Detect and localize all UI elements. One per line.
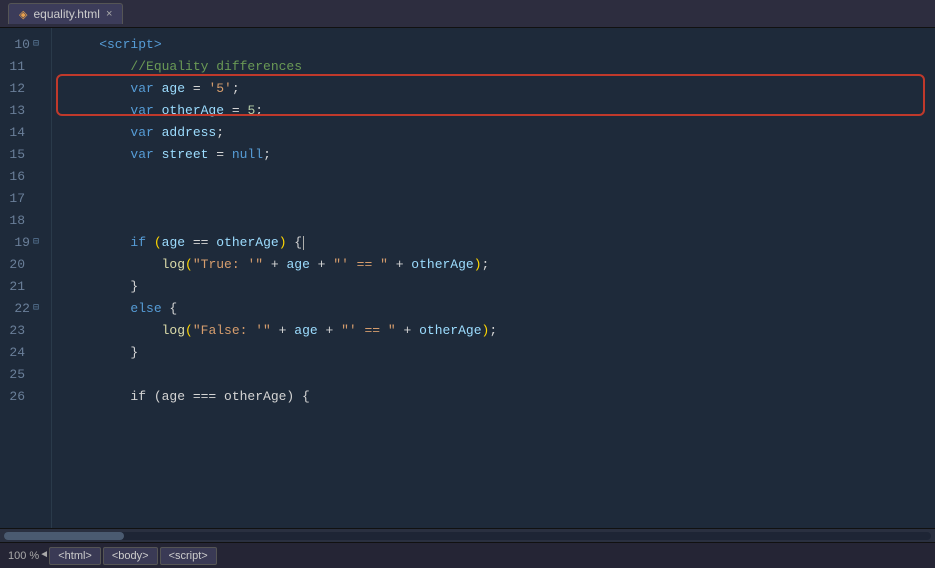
code-line-26: if (age === otherAge) { [52,386,935,408]
code-line-12: var age = '5'; [52,78,935,100]
line-number-22: 22⊟ [0,298,43,320]
code-line-24: } [52,342,935,364]
breadcrumb-html[interactable]: <html> [49,547,101,565]
code-line-14: var address; [52,122,935,144]
line-number-21: 21 [0,276,43,298]
line-number-16: 16 [0,166,43,188]
code-line-19: if (age == otherAge) { [52,232,935,254]
title-bar: ◈ equality.html × [0,0,935,28]
fold-icon-19[interactable]: ⊟ [33,232,39,254]
h-scrollbar[interactable] [0,528,935,542]
code-line-21: } [52,276,935,298]
code-area[interactable]: <script> //Equality differences var age … [52,28,935,528]
code-line-18 [52,210,935,232]
fold-icon-10[interactable]: ⊟ [33,34,39,56]
line-number-23: 23 [0,320,43,342]
code-line-11: //Equality differences [52,56,935,78]
zoom-label: 100 % [8,550,39,562]
code-line-17 [52,188,935,210]
code-line-13: var otherAge = 5; [52,100,935,122]
fold-icon-22[interactable]: ⊟ [33,298,39,320]
code-line-15: var street = null; [52,144,935,166]
tab-filename: equality.html [33,7,99,21]
line-number-26: 26 [0,386,43,408]
code-line-10: <script> [52,34,935,56]
breadcrumb-bar: 100 % ◄ <html> <body> <script> [0,542,935,568]
close-icon[interactable]: × [106,8,112,20]
scrollbar-track [4,532,931,540]
line-number-25: 25 [0,364,43,386]
line-number-15: 15 [0,144,43,166]
line-number-10: 10⊟ [0,34,43,56]
file-icon: ◈ [19,8,27,21]
line-number-19: 19⊟ [0,232,43,254]
code-line-22: else { [52,298,935,320]
line-number-13: 13 [0,100,43,122]
code-line-23: log("False: '" + age + "' == " + otherAg… [52,320,935,342]
line-number-17: 17 [0,188,43,210]
line-number-20: 20 [0,254,43,276]
line-number-24: 24 [0,342,43,364]
scroll-left-icon[interactable]: ◄ [41,550,47,561]
scrollbar-thumb[interactable] [4,532,124,540]
breadcrumb-body[interactable]: <body> [103,547,158,565]
line-numbers: 10⊟111213141516171819⊟202122⊟23242526 [0,28,52,528]
line-number-12: 12 [0,78,43,100]
code-line-20: log("True: '" + age + "' == " + otherAge… [52,254,935,276]
file-tab[interactable]: ◈ equality.html × [8,3,123,24]
code-line-25 [52,364,935,386]
editor-wrapper: 10⊟111213141516171819⊟202122⊟23242526 <s… [0,28,935,528]
breadcrumb-script[interactable]: <script> [160,547,217,565]
line-number-11: 11 [0,56,43,78]
code-line-16 [52,166,935,188]
line-number-14: 14 [0,122,43,144]
line-number-18: 18 [0,210,43,232]
